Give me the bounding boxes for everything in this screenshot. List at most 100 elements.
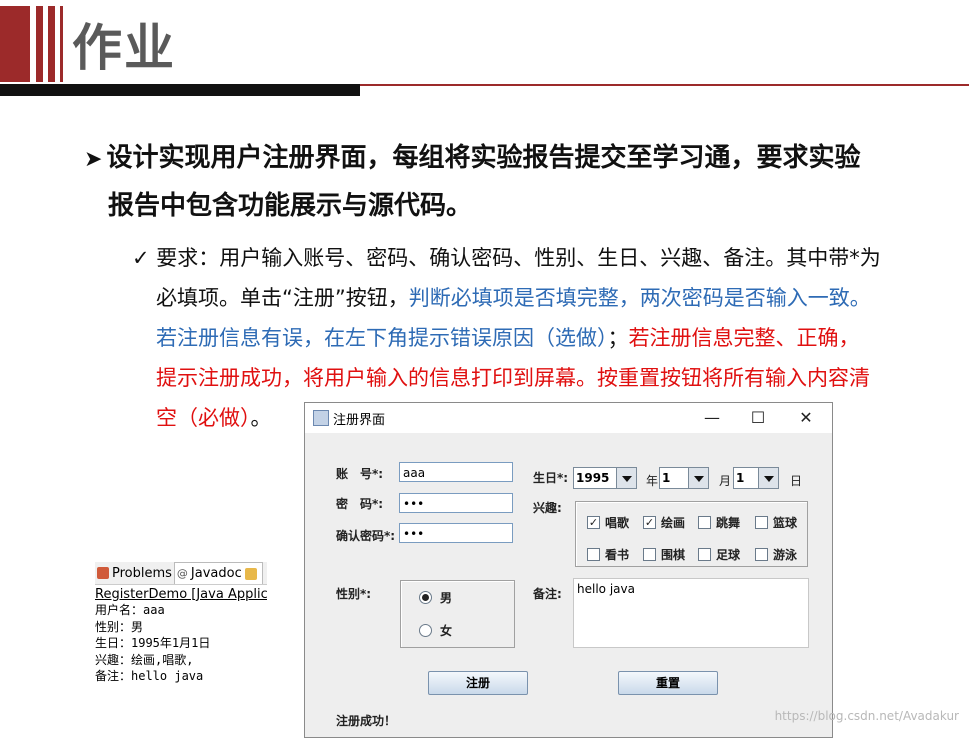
radio-label: 女: [440, 624, 453, 638]
interest-checkbox[interactable]: 看书: [587, 546, 629, 563]
header-accent-bar: [60, 6, 63, 82]
main-bullet: ➤ 设计实现用户注册界面，每组将实验报告提交至学习通，要求实验 报告中包含功能展示…: [84, 135, 954, 229]
confirm-password-label: 确认密码*:: [336, 529, 396, 543]
year-value: 1995: [576, 471, 610, 485]
radio-dot: [419, 624, 432, 637]
month-unit: 月: [719, 474, 732, 488]
day-unit: 日: [790, 474, 803, 488]
month-select[interactable]: 1: [659, 467, 709, 489]
checkbox-box: [643, 548, 656, 561]
header-accent-bar: [48, 6, 55, 82]
chevron-down-icon: [758, 468, 778, 488]
interest-checkbox[interactable]: 游泳: [755, 546, 797, 563]
checkbox-label: 围棋: [661, 548, 686, 562]
confirm-password-input[interactable]: •••: [399, 523, 513, 543]
radio-label: 男: [440, 591, 453, 605]
window-title: 注册界面: [333, 413, 386, 428]
console-line: 用户名：aaa: [95, 603, 165, 617]
tab-label: Javadoc: [190, 566, 242, 581]
checkbox-box: [587, 548, 600, 561]
remark-textarea[interactable]: hello java: [573, 578, 809, 648]
interest-checkbox[interactable]: 篮球: [755, 514, 797, 531]
sub-line-3: 若注册信息有误，在左下角提示错误原因（选做）；若注册信息完整、正确，: [132, 318, 932, 358]
account-label: 账 号*:: [336, 467, 384, 481]
sub-text: 。: [250, 406, 272, 430]
checkbox-label: 跳舞: [716, 516, 741, 530]
arrow-bullet-icon: ➤: [84, 147, 103, 172]
checkbox-label: 游泳: [773, 548, 798, 562]
remark-label: 备注:: [533, 587, 562, 601]
day-value: 1: [736, 471, 745, 485]
sub-text-red: 若注册信息完整、正确，: [628, 326, 860, 350]
console-line: 生日：1995年1月1日: [95, 636, 211, 650]
console-line: 备注：hello java: [95, 669, 204, 683]
java-app-icon: [313, 410, 329, 426]
header-rule-dark: [0, 84, 360, 96]
checkbox-label: 唱歌: [605, 516, 630, 530]
tab-problems[interactable]: Problems: [95, 566, 174, 581]
gender-group: [400, 580, 515, 648]
interest-checkbox[interactable]: 足球: [698, 546, 740, 563]
sub-text: 要求：用户输入账号、密码、确认密码、性别、生日、兴趣、备注。其中带*为: [156, 246, 881, 270]
sub-text-blue: 判断必填项是否填完整，两次密码是否输入一致。: [408, 286, 871, 310]
slide-title: 作业: [72, 19, 176, 77]
interest-checkbox[interactable]: 跳舞: [698, 514, 740, 531]
year-unit: 年: [646, 474, 659, 488]
sub-text-red: 空（必做）: [156, 406, 251, 430]
checkbox-box: ✓: [643, 516, 656, 529]
problems-icon: [97, 567, 109, 579]
checkbox-box: [755, 548, 768, 561]
register-window: 注册界面 — ☐ ✕ 账 号*: aaa 密 码*: ••• 确认密码*: ••…: [304, 402, 833, 738]
watermark: https://blog.csdn.net/Avadakur: [774, 709, 959, 723]
at-icon: @: [176, 567, 188, 580]
declaration-icon: [244, 567, 257, 580]
password-input[interactable]: •••: [399, 493, 513, 513]
checkbox-label: 绘画: [661, 516, 686, 530]
interest-label: 兴趣:: [533, 501, 562, 515]
check-bullet-icon: ✓: [132, 246, 157, 270]
sub-text: 必填项。单击“注册”按钮，: [156, 286, 409, 310]
checkbox-box: [755, 516, 768, 529]
day-select[interactable]: 1: [733, 467, 779, 489]
checkbox-box: [698, 516, 711, 529]
checkbox-label: 足球: [716, 548, 741, 562]
minimize-button[interactable]: —: [697, 406, 727, 430]
window-titlebar[interactable]: 注册界面 — ☐ ✕: [305, 403, 832, 433]
sub-line-2: 必填项。单击“注册”按钮，判断必填项是否填完整，两次密码是否输入一致。: [132, 278, 932, 318]
console-run-label: RegisterDemo [Java Applicat: [95, 587, 267, 602]
status-message: 注册成功！: [336, 714, 397, 728]
console-line: 性别：男: [95, 619, 144, 634]
gender-radio-male[interactable]: 男: [419, 589, 452, 606]
tab-label: Problems: [112, 565, 172, 581]
birthday-label: 生日*:: [533, 471, 569, 485]
tab-javadoc[interactable]: @ Javadoc: [173, 562, 263, 584]
checkbox-box: ✓: [587, 516, 600, 529]
console-line: 兴趣：绘画,唱歌,: [95, 652, 194, 667]
interest-checkbox[interactable]: ✓ 唱歌: [587, 514, 629, 531]
account-input[interactable]: aaa: [399, 462, 513, 482]
gender-radio-female[interactable]: 女: [419, 622, 452, 639]
header-accent-bar: [36, 6, 43, 82]
checkbox-label: 篮球: [773, 516, 798, 530]
console-panel: Problems @ Javadoc RegisterDemo [Java App…: [95, 562, 267, 683]
chevron-down-icon: [688, 468, 708, 488]
sub-text-red: 提示注册成功，将用户输入的信息打印到屏幕。按重置按钮将所有输入内容清: [156, 366, 870, 390]
sub-text: ；: [607, 326, 629, 350]
radio-dot: [419, 591, 432, 604]
chevron-down-icon: [616, 468, 636, 488]
checkbox-box: [698, 548, 711, 561]
interest-checkbox[interactable]: ✓ 绘画: [643, 514, 685, 531]
password-label: 密 码*:: [336, 497, 384, 511]
month-value: 1: [662, 471, 671, 485]
maximize-button[interactable]: ☐: [743, 406, 773, 430]
checkbox-label: 看书: [605, 548, 630, 562]
gender-label: 性别*:: [336, 587, 372, 601]
interest-checkbox[interactable]: 围棋: [643, 546, 685, 563]
close-button[interactable]: ✕: [791, 406, 821, 430]
year-select[interactable]: 1995: [573, 467, 637, 489]
register-button[interactable]: 注册: [428, 671, 528, 695]
bullet-line-1: 设计实现用户注册界面，每组将实验报告提交至学习通，要求实验: [106, 143, 861, 173]
bullet-line-2: 报告中包含功能展示与源代码。: [108, 191, 473, 221]
sub-text-blue: 若注册信息有误，在左下角提示错误原因（选做）: [156, 326, 608, 350]
reset-button[interactable]: 重置: [618, 671, 718, 695]
